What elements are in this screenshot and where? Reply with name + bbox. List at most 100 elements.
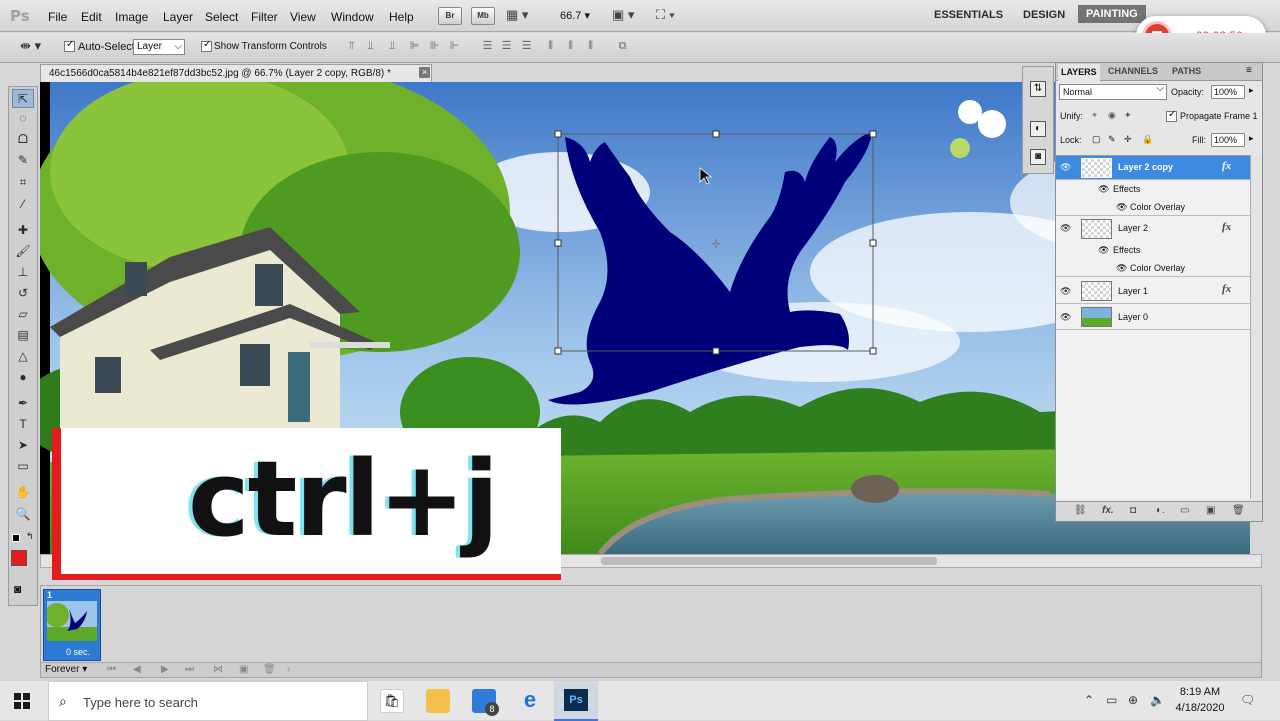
healing-brush-tool-icon[interactable]: ✚ xyxy=(12,221,34,240)
align-right-icon[interactable]: ⊩ xyxy=(446,38,463,55)
lock-transparency-icon[interactable]: ▢ xyxy=(1092,134,1101,145)
align-left-icon[interactable]: ⊫ xyxy=(406,38,423,55)
pen-tool-icon[interactable]: ✒ xyxy=(12,394,34,413)
fx-icon[interactable]: fx xyxy=(1222,221,1231,233)
menu-help[interactable]: Help xyxy=(389,10,414,24)
layer-row-layer-1[interactable]: 👁 Layer 1 fx xyxy=(1056,278,1250,304)
layer-row-layer-2[interactable]: 👁 Layer 2 fx xyxy=(1056,217,1250,241)
path-select-tool-icon[interactable]: ➤ xyxy=(12,436,34,455)
menu-window[interactable]: Window xyxy=(331,10,374,24)
quick-mask-icon[interactable]: ◙ xyxy=(14,582,21,596)
first-frame-icon[interactable]: ⏮ xyxy=(107,664,116,675)
layer-name[interactable]: Layer 2 xyxy=(1118,223,1148,233)
auto-select-checkbox[interactable] xyxy=(64,39,75,52)
close-document-icon[interactable]: × xyxy=(419,67,430,78)
new-group-icon[interactable]: ▭ xyxy=(1180,505,1189,516)
menu-image[interactable]: Image xyxy=(115,10,148,24)
default-colors-icon[interactable] xyxy=(12,534,20,542)
fx-icon[interactable]: fx xyxy=(1222,160,1231,172)
effects-row[interactable]: 👁 Effects xyxy=(1056,241,1250,259)
brush-tool-icon[interactable]: 🖌 xyxy=(12,242,34,261)
dodge-tool-icon[interactable]: ● xyxy=(12,368,34,387)
lock-all-icon[interactable]: 🔒 xyxy=(1142,134,1153,145)
align-hcenter-icon[interactable]: ⊪ xyxy=(426,38,443,55)
minibridge-button[interactable]: Mb xyxy=(471,7,495,25)
move-tool-icon[interactable]: ⇱ xyxy=(12,89,34,108)
tab-layers[interactable]: LAYERS xyxy=(1058,64,1100,81)
edge-icon[interactable]: e xyxy=(518,689,542,713)
lock-pixels-icon[interactable]: ✎ xyxy=(1108,134,1116,145)
effects-eye-icon[interactable]: 👁 xyxy=(1098,184,1109,195)
frame-delay[interactable]: 0 sec. xyxy=(66,647,90,657)
play-icon[interactable]: ▶ xyxy=(161,664,169,675)
delete-layer-icon[interactable]: 🗑 xyxy=(1232,505,1245,516)
clock-time[interactable]: 8:19 AM xyxy=(1176,686,1224,698)
visibility-eye-icon[interactable]: 👁 xyxy=(1060,223,1072,233)
color-overlay-eye-icon[interactable]: 👁 xyxy=(1116,202,1127,213)
eyedropper-tool-icon[interactable]: ⁄ xyxy=(12,195,34,214)
align-vcenter-icon[interactable]: ⫫ xyxy=(362,38,379,55)
workspace-painting[interactable]: PAINTING xyxy=(1078,5,1146,23)
workspace-design[interactable]: DESIGN xyxy=(1023,9,1065,21)
visibility-eye-icon[interactable]: 👁 xyxy=(1060,286,1072,296)
gradient-tool-icon[interactable]: ▤ xyxy=(12,326,34,345)
workspace-essentials[interactable]: ESSENTIALS xyxy=(934,9,1003,21)
unify-position-icon[interactable]: ⌖ xyxy=(1092,110,1097,121)
mail-icon[interactable]: 8 xyxy=(472,689,499,716)
swap-colors-icon[interactable]: ↰ xyxy=(26,531,34,542)
show-transform-checkbox[interactable] xyxy=(201,39,212,52)
scrollbar-thumb[interactable] xyxy=(601,557,937,565)
align-top-icon[interactable]: ⫪ xyxy=(343,38,360,55)
opacity-field[interactable]: 100% xyxy=(1211,85,1245,99)
move-tool-preset-icon[interactable]: ⇼ ▾ xyxy=(20,38,41,54)
new-layer-icon[interactable]: ▣ xyxy=(1206,505,1215,516)
type-tool-icon[interactable]: T xyxy=(12,415,34,434)
tween-icon[interactable]: ⋈ xyxy=(213,664,223,675)
tab-channels[interactable]: CHANNELS xyxy=(1108,66,1158,76)
zoom-tool-icon[interactable]: 🔍 xyxy=(12,505,34,524)
network-icon[interactable]: ⊕ xyxy=(1128,693,1138,707)
link-layers-icon[interactable]: ⛓ xyxy=(1074,505,1087,516)
photoshop-taskbar-button[interactable]: Ps xyxy=(554,681,598,721)
loop-dropdown[interactable]: Forever ▾ xyxy=(45,664,87,675)
marquee-tool-icon[interactable]: ◌ xyxy=(12,109,34,128)
show-hidden-icons[interactable]: ⌃ xyxy=(1084,693,1094,707)
distribute-hcenter-icon[interactable]: ⫴ xyxy=(562,38,579,55)
auto-align-icon[interactable]: ⧉ xyxy=(614,38,631,55)
add-style-icon[interactable]: fx. xyxy=(1102,505,1114,516)
opacity-arrow-icon[interactable]: ▸ xyxy=(1249,85,1254,96)
fill-arrow-icon[interactable]: ▸ xyxy=(1249,133,1254,144)
store-icon[interactable]: 🛍 xyxy=(380,689,404,713)
blur-tool-icon[interactable]: △ xyxy=(12,347,34,366)
distribute-bottom-icon[interactable]: ☰ xyxy=(518,38,535,55)
color-overlay-eye-icon[interactable]: 👁 xyxy=(1116,263,1127,274)
notifications-icon[interactable]: 🗨 xyxy=(1240,693,1255,707)
volume-icon[interactable]: 🔈 xyxy=(1150,693,1165,707)
color-overlay-row[interactable]: 👁 Color Overlay xyxy=(1056,259,1250,277)
animation-frame[interactable]: 1 0 sec. xyxy=(43,589,101,661)
clone-stamp-tool-icon[interactable]: ⊥ xyxy=(12,263,34,282)
add-mask-icon[interactable]: ◘ xyxy=(1130,505,1136,516)
arrange-documents-icon[interactable]: ▣ ▾ xyxy=(612,7,634,23)
prev-frame-icon[interactable]: ◀ xyxy=(133,664,141,675)
visibility-eye-icon[interactable]: 👁 xyxy=(1060,162,1072,172)
blend-mode-dropdown[interactable]: Normal xyxy=(1059,82,1167,100)
fill-field[interactable]: 100% xyxy=(1211,133,1245,147)
unify-style-icon[interactable]: ✦ xyxy=(1124,110,1132,121)
zoom-dropdown[interactable]: 66.7 ▾ xyxy=(560,9,600,22)
layer-row-layer-2-copy[interactable]: 👁 Layer 2 copy fx xyxy=(1056,156,1250,180)
menu-edit[interactable]: Edit xyxy=(81,10,102,24)
menu-file[interactable]: File xyxy=(48,10,67,24)
lasso-tool-icon[interactable]: ᗝ xyxy=(12,130,34,149)
menu-view[interactable]: View xyxy=(290,10,316,24)
eraser-tool-icon[interactable]: ▱ xyxy=(12,305,34,324)
menu-layer[interactable]: Layer xyxy=(163,10,193,24)
history-brush-tool-icon[interactable]: ↺ xyxy=(12,284,34,303)
adjustments-panel-icon[interactable]: ◐ xyxy=(1030,121,1046,137)
panel-menu-icon[interactable]: ≡ xyxy=(1246,65,1252,76)
lock-position-icon[interactable]: ✛ xyxy=(1124,134,1132,145)
distribute-left-icon[interactable]: ⫴ xyxy=(542,38,559,55)
taskbar-search-box[interactable]: ⌕ Type here to search xyxy=(48,681,368,721)
tab-paths[interactable]: PATHS xyxy=(1172,66,1201,76)
distribute-top-icon[interactable]: ☰ xyxy=(479,38,496,55)
